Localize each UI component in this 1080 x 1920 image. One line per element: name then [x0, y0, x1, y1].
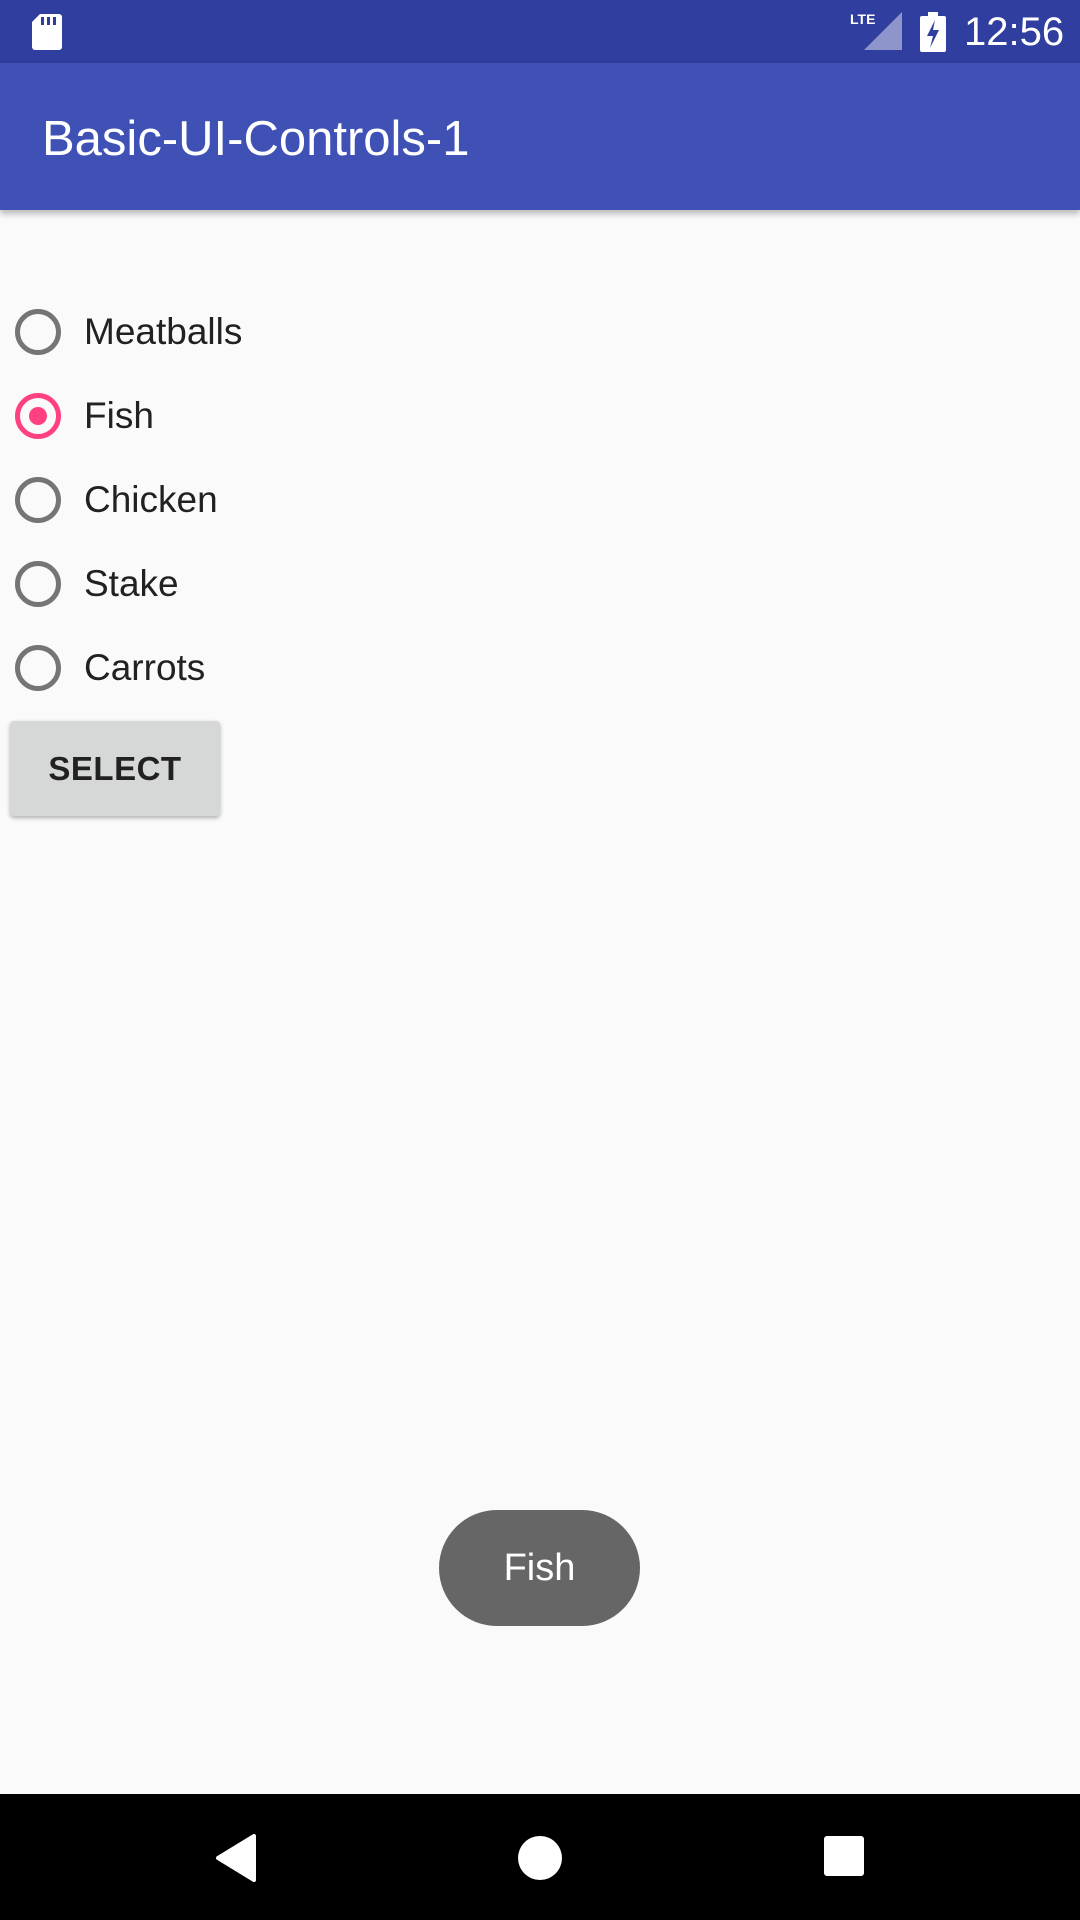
- radio-dot: [29, 407, 47, 425]
- radio-label: Fish: [84, 395, 154, 436]
- radio-button-unchecked-icon[interactable]: [15, 309, 61, 355]
- app-bar: Basic-UI-Controls-1: [0, 63, 1080, 210]
- radio-button-unchecked-icon[interactable]: [15, 477, 61, 523]
- radio-label: Carrots: [84, 647, 206, 688]
- radio-option-stake[interactable]: Stake: [0, 546, 400, 630]
- radio-option-chicken[interactable]: Chicken: [0, 462, 400, 546]
- radio-button-unchecked-icon[interactable]: [15, 645, 61, 691]
- home-icon[interactable]: [518, 1836, 562, 1880]
- radio-option-meatballs[interactable]: Meatballs: [0, 294, 400, 378]
- radio-button-checked-icon[interactable]: [15, 393, 61, 439]
- radio-label: Stake: [84, 563, 179, 604]
- back-icon[interactable]: [214, 1834, 258, 1882]
- radio-label: Meatballs: [84, 311, 243, 352]
- lte-signal-icon: LTE: [850, 10, 902, 50]
- screen: LTE 12:56 Basic-UI-Controls-1 Meatballs …: [0, 0, 1080, 1920]
- status-time: 12:56: [964, 10, 1065, 54]
- radio-option-fish[interactable]: Fish: [0, 378, 400, 462]
- toast-message: Fish: [439, 1510, 640, 1626]
- navigation-bar: [0, 1794, 1080, 1920]
- radio-button-unchecked-icon[interactable]: [15, 561, 61, 607]
- select-button[interactable]: SELECT: [10, 721, 220, 816]
- recents-icon[interactable]: [824, 1836, 864, 1876]
- radio-option-carrots[interactable]: Carrots: [0, 630, 400, 714]
- sd-card-icon: [32, 14, 62, 50]
- radio-label: Chicken: [84, 479, 218, 520]
- status-bar: LTE 12:56: [0, 0, 1080, 63]
- app-title: Basic-UI-Controls-1: [42, 112, 470, 166]
- network-label: LTE: [850, 11, 875, 27]
- radio-group: Meatballs Fish Chicken Stake Carrots: [0, 294, 1080, 714]
- battery-charging-icon: [920, 12, 946, 52]
